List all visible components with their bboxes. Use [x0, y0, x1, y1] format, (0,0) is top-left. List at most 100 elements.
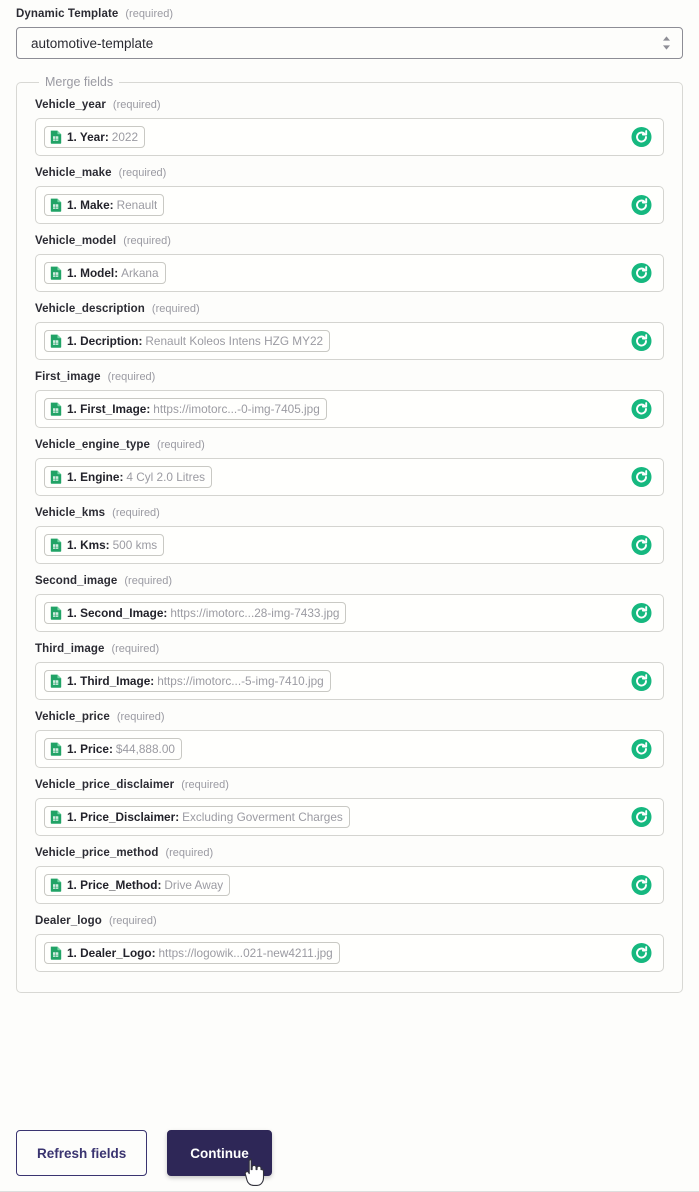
merge-field-required-hint: (required)	[123, 235, 171, 247]
merge-field-label: Vehicle_model	[35, 235, 117, 247]
merge-field-chip-value: https://imotorc...28-img-7433.jpg	[170, 606, 340, 620]
merge-field-row: Second_image (required) 1. Second_Image: ht…	[35, 575, 664, 632]
merge-field-required-hint: (required)	[107, 371, 156, 383]
merge-field-chip-value: https://imotorc...-0-img-7405.jpg	[153, 402, 320, 416]
merge-field-input[interactable]: 1. Price_Disclaimer: Excluding Goverment …	[35, 798, 664, 836]
refresh-circle-icon[interactable]	[631, 875, 652, 896]
merge-field-row: Third_image (required) 1. Third_Image: http…	[35, 643, 664, 700]
merge-field-required-hint: (required)	[116, 711, 165, 723]
refresh-circle-icon[interactable]	[631, 331, 652, 352]
merge-field-input[interactable]: 1. Kms: 500 kms	[35, 526, 664, 564]
merge-field-input[interactable]: 1. Decription: Renault Koleos Intens HZG …	[35, 322, 664, 360]
merge-field-chip-value: Renault Koleos Intens HZG MY22	[145, 334, 324, 348]
dynamic-template-required-hint: (required)	[125, 8, 174, 20]
merge-field-label: Vehicle_engine_type	[35, 439, 151, 451]
continue-button[interactable]: Continue	[167, 1130, 272, 1176]
merge-field-label-row: Third_image (required)	[35, 643, 664, 655]
refresh-circle-icon[interactable]	[631, 943, 652, 964]
merge-field-label: Vehicle_price	[35, 711, 110, 723]
merge-field-label-row: Second_image (required)	[35, 575, 664, 587]
refresh-circle-icon[interactable]	[631, 671, 652, 692]
merge-field-chip-value: Arkana	[121, 266, 159, 280]
dynamic-template-block: Dynamic Template (required) automotive-t…	[0, 0, 699, 59]
refresh-fields-button[interactable]: Refresh fields	[16, 1130, 148, 1176]
merge-field-label-row: Vehicle_price (required)	[35, 711, 664, 723]
merge-field-chip-key: 1. Price_Disclaimer:	[67, 810, 180, 824]
refresh-circle-icon[interactable]	[631, 399, 652, 420]
dynamic-template-label-row: Dynamic Template (required)	[16, 8, 683, 20]
merge-field-label-row: Vehicle_year (required)	[35, 99, 664, 111]
merge-field-chip[interactable]: 1. Second_Image: https://imotorc...28-img…	[44, 602, 347, 624]
refresh-circle-icon[interactable]	[631, 263, 652, 284]
merge-field-chip[interactable]: 1. Engine: 4 Cyl 2.0 Litres	[44, 466, 213, 488]
merge-field-chip-key: 1. Make:	[67, 198, 114, 212]
dynamic-template-select[interactable]: automotive-template	[16, 27, 683, 59]
merge-field-input[interactable]: 1. Engine: 4 Cyl 2.0 Litres	[35, 458, 664, 496]
google-sheets-icon	[50, 402, 62, 416]
merge-field-row: Vehicle_description (required) 1. Decripti…	[35, 303, 664, 360]
merge-field-chip-key: 1. Price:	[67, 742, 113, 756]
merge-field-input[interactable]: 1. Dealer_Logo: https://logowik...021-new…	[35, 934, 664, 972]
merge-field-chip-value: 2022	[111, 130, 139, 144]
merge-field-chip[interactable]: 1. Kms: 500 kms	[44, 534, 165, 556]
merge-field-label-row: Dealer_logo (required)	[35, 915, 664, 927]
merge-field-label: Vehicle_make	[35, 167, 112, 179]
merge-field-row: Vehicle_engine_type (required) 1. Engine: 4…	[35, 439, 664, 496]
merge-field-chip-value: https://logowik...021-new4211.jpg	[158, 946, 333, 960]
merge-field-chip-key: 1. Third_Image:	[67, 674, 155, 688]
merge-field-chip[interactable]: 1. Decription: Renault Koleos Intens HZG …	[44, 330, 331, 352]
merge-field-label-row: Vehicle_make (required)	[35, 167, 664, 179]
google-sheets-icon	[50, 946, 62, 960]
merge-field-input[interactable]: 1. Second_Image: https://imotorc...28-img…	[35, 594, 664, 632]
merge-field-input[interactable]: 1. Make: Renault	[35, 186, 664, 224]
merge-field-chip-text: 1. First_Image: https://imotorc...-0-img-…	[67, 402, 320, 416]
merge-field-label-row: Vehicle_price_disclaimer (required)	[35, 779, 664, 791]
refresh-circle-icon[interactable]	[631, 535, 652, 556]
form-footer: Refresh fields Continue	[0, 1120, 699, 1192]
merge-field-chip-text: 1. Price: $44,888.00	[67, 742, 175, 756]
merge-field-label-row: Vehicle_engine_type (required)	[35, 439, 664, 451]
merge-field-input[interactable]: 1. Year: 2022	[35, 118, 664, 156]
merge-field-required-hint: (required)	[124, 575, 173, 587]
google-sheets-icon	[50, 606, 62, 620]
merge-fields-legend: Merge fields	[45, 75, 114, 89]
merge-field-input[interactable]: 1. Price_Method: Drive Away	[35, 866, 664, 904]
google-sheets-icon	[50, 266, 62, 280]
merge-field-label: Third_image	[35, 643, 105, 655]
refresh-circle-icon[interactable]	[631, 467, 652, 488]
merge-field-chip-key: 1. Price_Method:	[67, 878, 162, 892]
merge-field-chip[interactable]: 1. Price_Method: Drive Away	[44, 874, 231, 896]
merge-field-row: Vehicle_price (required) 1. Price: $44,888.…	[35, 711, 664, 768]
refresh-circle-icon[interactable]	[631, 603, 652, 624]
footer-button-group: Refresh fields Continue	[16, 1120, 683, 1176]
refresh-circle-icon[interactable]	[631, 739, 652, 760]
merge-field-chip-text: 1. Third_Image: https://imotorc...-5-img-…	[67, 674, 324, 688]
merge-field-chip[interactable]: 1. Dealer_Logo: https://logowik...021-new…	[44, 942, 340, 964]
merge-field-required-hint: (required)	[151, 303, 200, 315]
merge-field-chip-text: 1. Engine: 4 Cyl 2.0 Litres	[67, 470, 205, 484]
merge-field-chip[interactable]: 1. Make: Renault	[44, 194, 165, 216]
merge-field-chip[interactable]: 1. Price: $44,888.00	[44, 738, 182, 760]
google-sheets-icon	[50, 130, 62, 144]
refresh-circle-icon[interactable]	[631, 195, 652, 216]
merge-field-chip-text: 1. Year: 2022	[67, 130, 138, 144]
merge-field-required-hint: (required)	[112, 99, 161, 111]
merge-field-input[interactable]: 1. First_Image: https://imotorc...-0-img-…	[35, 390, 664, 428]
merge-field-chip[interactable]: 1. Year: 2022	[44, 126, 146, 148]
merge-field-chip[interactable]: 1. Model: Arkana	[44, 262, 166, 284]
refresh-circle-icon[interactable]	[631, 807, 652, 828]
google-sheets-icon	[50, 674, 62, 688]
merge-field-chip-key: 1. Second_Image:	[67, 606, 168, 620]
refresh-circle-icon[interactable]	[631, 127, 652, 148]
merge-field-chip-key: 1. First_Image:	[67, 402, 151, 416]
merge-field-label: Vehicle_kms	[35, 507, 106, 519]
merge-field-input[interactable]: 1. Model: Arkana	[35, 254, 664, 292]
merge-field-input[interactable]: 1. Third_Image: https://imotorc...-5-img-…	[35, 662, 664, 700]
google-sheets-icon	[50, 538, 62, 552]
merge-field-input[interactable]: 1. Price: $44,888.00	[35, 730, 664, 768]
merge-field-chip-value: 4 Cyl 2.0 Litres	[126, 470, 206, 484]
merge-field-chip[interactable]: 1. Third_Image: https://imotorc...-5-img-…	[44, 670, 331, 692]
merge-field-chip[interactable]: 1. Price_Disclaimer: Excluding Goverment …	[44, 806, 350, 828]
merge-field-chip[interactable]: 1. First_Image: https://imotorc...-0-img-…	[44, 398, 327, 420]
merge-field-required-hint: (required)	[181, 779, 229, 791]
